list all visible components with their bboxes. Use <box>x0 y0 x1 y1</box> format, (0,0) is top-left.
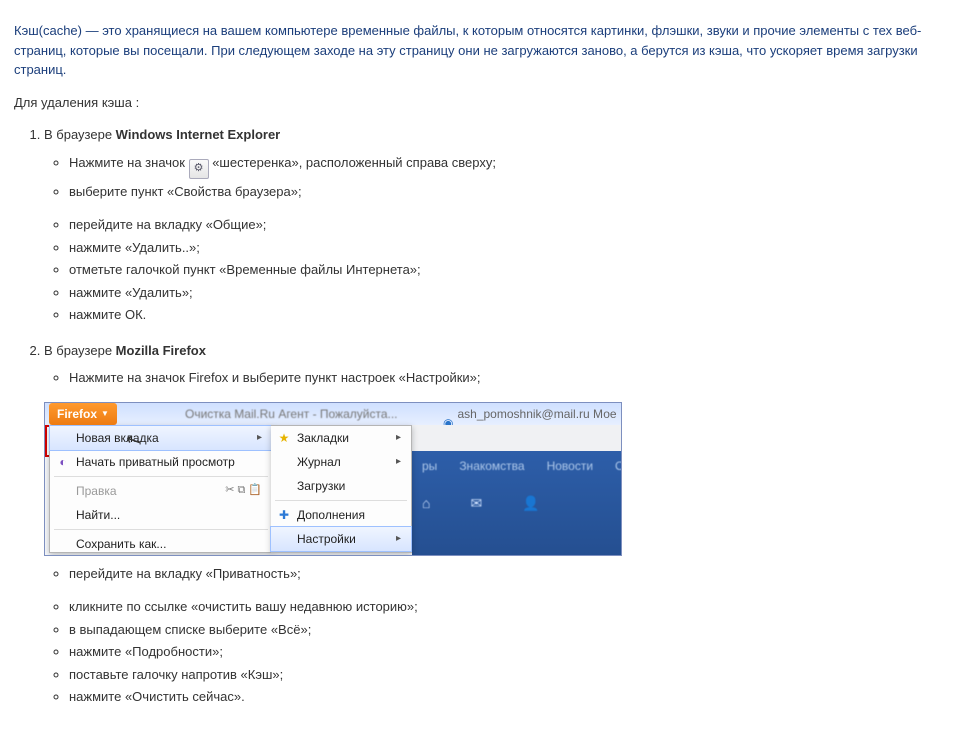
menu-item-addons[interactable]: ✚ Дополнения <box>271 503 411 527</box>
chevron-down-icon: ▼ <box>101 408 109 420</box>
ie-prefix: В браузере <box>44 127 116 142</box>
ie-step-4: нажмите «Удалить..»; <box>69 238 949 258</box>
menu-item-new-tab[interactable]: Новая вкладка ▸ <box>49 425 273 451</box>
menu-item-private-browsing[interactable]: ◐ Начать приватный просмотр <box>50 450 272 474</box>
chevron-right-icon: ▸ <box>396 430 401 445</box>
ff-name: Mozilla Firefox <box>116 343 206 358</box>
intro-paragraph: Кэш(cache) — это хранящиеся на вашем ком… <box>14 21 949 80</box>
menu-separator <box>275 500 407 501</box>
browser-list: В браузере Windows Internet Explorer Наж… <box>14 125 949 707</box>
letter-icon: ✉ <box>470 493 482 514</box>
ie-step-2: выберите пункт «Свойства браузера»; <box>69 182 949 202</box>
menu-item-downloads[interactable]: Загрузки <box>271 474 411 498</box>
puzzle-icon: ✚ <box>276 506 292 524</box>
ff-steps-c: кликните по ссылке «очистить вашу недавн… <box>44 597 949 707</box>
background-toolbar-top <box>412 425 621 451</box>
browser-list-item-ie: В браузере Windows Internet Explorer Наж… <box>44 125 949 325</box>
chevron-right-icon: ▸ <box>257 430 262 445</box>
chevron-right-icon: ▸ <box>396 454 401 469</box>
ie-steps-b: перейдите на вкладку «Общие»; нажмите «У… <box>44 215 949 325</box>
ff-step-4: в выпадающем списке выберите «Всё»; <box>69 620 949 640</box>
ie-name: Windows Internet Explorer <box>116 127 281 142</box>
browser-list-item-ff: В браузере Mozilla Firefox Нажмите на зн… <box>44 341 949 707</box>
ie-step-5: отметьте галочкой пункт «Временные файлы… <box>69 260 949 280</box>
gear-icon: ⚙ <box>189 159 209 179</box>
mask-icon: ◐ <box>55 453 71 471</box>
copy-icon[interactable]: ⧉ <box>237 482 245 499</box>
ie-step-7: нажмите ОК. <box>69 305 949 325</box>
menu-item-find[interactable]: Найти... <box>50 503 272 527</box>
ff-step-1: Нажмите на значок Firefox и выберите пун… <box>69 368 949 388</box>
ie-step-6: нажмите «Удалить»; <box>69 283 949 303</box>
firefox-menu-left: Новая вкладка ▸ ◐ Начать приватный просм… <box>49 425 273 553</box>
menu-item-save-as[interactable]: Сохранить как... <box>50 532 272 556</box>
ff-step-3: кликните по ссылке «очистить вашу недавн… <box>69 597 949 617</box>
menu-item-settings[interactable]: Настройки ▸ <box>270 526 412 552</box>
chevron-right-icon: ▸ <box>396 531 401 546</box>
ff-steps-b: перейдите на вкладку «Приватность»; <box>44 564 949 584</box>
home-icon: ⌂ <box>422 493 430 514</box>
paste-icon[interactable]: 📋 <box>248 482 262 499</box>
ff-steps-a: Нажмите на значок Firefox и выберите пун… <box>44 368 949 388</box>
menu-item-history[interactable]: Журнал ▸ <box>271 450 411 474</box>
person-icon: 👤 <box>522 493 539 514</box>
ie-step-1: Нажмите на значок ⚙ «шестеренка», распол… <box>69 153 949 179</box>
firefox-menu-right-panel: ★ Закладки ▸ Журнал ▸ Загрузки ✚ Дополне… <box>271 425 412 553</box>
ff-step-6: поставьте галочку напротив «Кэш»; <box>69 665 949 685</box>
firefox-app-button[interactable]: Firefox▼ <box>49 403 117 425</box>
browser-tab-1[interactable]: Очистка Mail.Ru Агент - Пожалуйста... <box>185 405 398 423</box>
star-icon: ★ <box>276 429 292 447</box>
ie-step-3: перейдите на вкладку «Общие»; <box>69 215 949 235</box>
ff-step-7: нажмите «Очистить сейчас». <box>69 687 949 707</box>
ff-prefix: В браузере <box>44 343 116 358</box>
menu-separator <box>54 476 268 477</box>
firefox-menu-screenshot: Firefox▼ Очистка Mail.Ru Агент - Пожалуй… <box>44 402 622 556</box>
menu-item-bookmarks[interactable]: ★ Закладки ▸ <box>271 426 411 450</box>
ff-step-5: нажмите «Подробности»; <box>69 642 949 662</box>
cut-icon[interactable]: ✂ <box>225 482 234 499</box>
background-toolbar: ры Знакомства Новости О ⌂ ✉ 👤 <box>412 451 621 556</box>
ie-steps-a: Нажмите на значок ⚙ «шестеренка», распол… <box>44 153 949 202</box>
delete-heading: Для удаления кэша : <box>14 93 949 113</box>
menu-item-edit: Правка ✂ ⧉ 📋 <box>50 479 272 503</box>
menu-separator <box>54 529 268 530</box>
ff-step-2: перейдите на вкладку «Приватность»; <box>69 564 949 584</box>
